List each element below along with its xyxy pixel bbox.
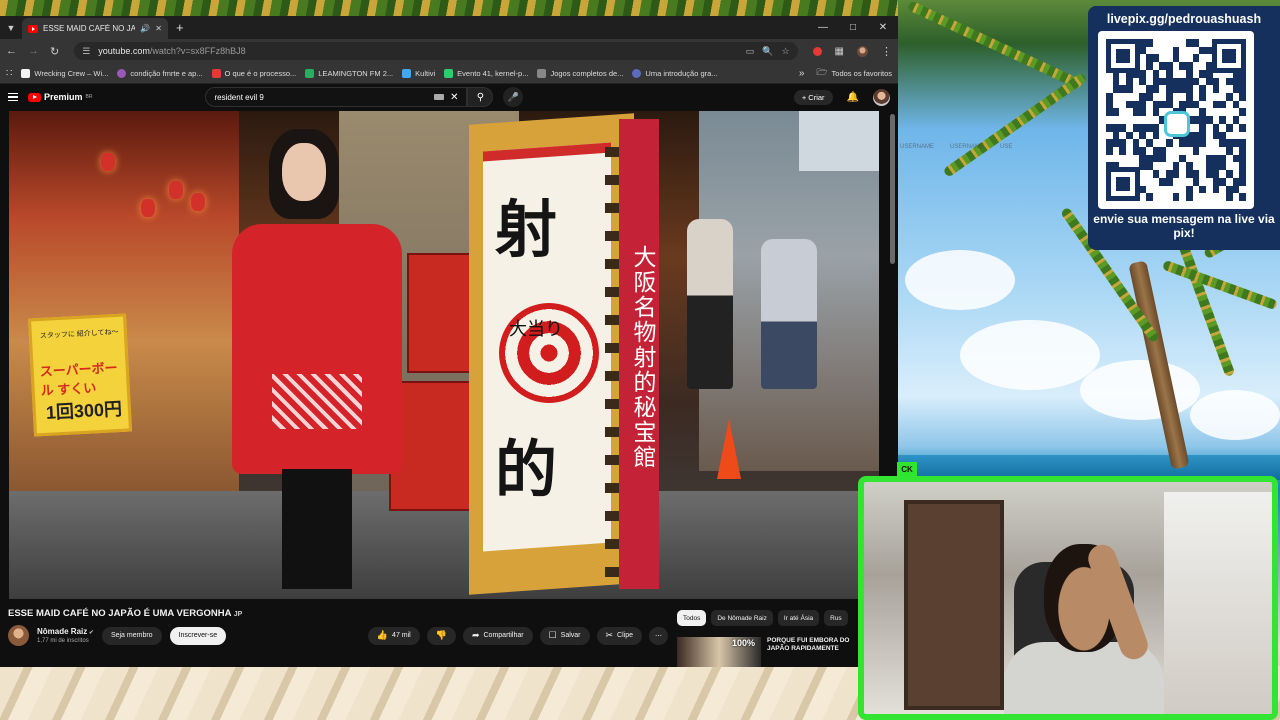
account-avatar[interactable] xyxy=(873,88,890,106)
livepix-url: livepix.gg/pedrouashuash xyxy=(1106,12,1262,26)
tab-title: ESSE MAID CAFÉ NO JAPÃO É UMA VERGONHA xyxy=(43,24,136,33)
more-bookmarks-icon[interactable]: » xyxy=(799,68,805,79)
more-actions-button[interactable]: ⋯ xyxy=(649,626,668,645)
chip-from-channel[interactable]: De Nômade Raiz xyxy=(711,610,773,626)
bookmark-item[interactable]: condição fmrte e ap... xyxy=(117,68,203,78)
join-button[interactable]: Seja membro xyxy=(101,626,162,645)
channel-name[interactable]: Nômade Raiz xyxy=(37,627,94,636)
audio-playing-icon[interactable]: 🔊 xyxy=(140,24,150,33)
save-button[interactable]: ☐ Salvar xyxy=(539,626,590,645)
channel-row: Nômade Raiz 1,77 mi de inscritos Seja me… xyxy=(8,625,668,646)
recommended-video[interactable]: 100% PORQUE FUI EMBORA DO JAPÃO RAPIDAME… xyxy=(677,637,880,667)
qr-code xyxy=(1098,31,1254,209)
subscriber-count: 1,77 mi de inscritos xyxy=(37,638,89,644)
all-favorites-folder[interactable]: 🗁 Todos os favoritos xyxy=(816,65,892,81)
chip-all[interactable]: Todos xyxy=(677,610,707,626)
back-button[interactable]: ← xyxy=(6,45,17,57)
video-player[interactable]: スタッフに 紹介してね〜 スーパーボール すくい 1回300円 射 大当り 的 … xyxy=(9,111,879,599)
livepix-panel: livepix.gg/pedrouashuash envie sua mensa… xyxy=(1088,6,1280,250)
tab-youtube[interactable]: ESSE MAID CAFÉ NO JAPÃO É UMA VERGONHA 🔊… xyxy=(22,18,168,39)
minimize-button[interactable]: — xyxy=(808,16,838,39)
livepix-logo-icon xyxy=(1164,111,1190,137)
recommended-title[interactable]: PORQUE FUI EMBORA DO JAPÃO RAPIDAMENTE xyxy=(767,637,857,667)
recording-extension-icon[interactable] xyxy=(812,46,822,56)
bookmark-icon: ☐ xyxy=(548,630,557,640)
bookmark-star-icon[interactable]: ☆ xyxy=(781,46,789,57)
host-woman xyxy=(224,129,404,599)
chip-asia[interactable]: Ir até Ásia xyxy=(777,610,820,626)
thumbs-up-icon: 👍 xyxy=(376,630,389,640)
youtube-play-icon xyxy=(28,92,41,102)
bookmark-item[interactable]: Evento 41, kernel-p... xyxy=(444,68,528,78)
clip-button[interactable]: ✂ Clipe xyxy=(596,626,642,645)
webcam-feed xyxy=(858,476,1278,720)
menu-kebab-icon[interactable]: ⋮ xyxy=(881,45,892,58)
voice-search-icon[interactable]: 🎤 xyxy=(503,87,524,107)
share-icon: ➦ xyxy=(471,630,480,640)
pix-message: envie sua mensagem na live via pix! xyxy=(1093,212,1275,240)
tab-search-icon[interactable]: ▼ xyxy=(0,16,22,39)
bookmark-item[interactable]: Uma introdução gra... xyxy=(632,68,718,78)
subscribe-button[interactable]: Inscrever-se xyxy=(169,626,227,645)
new-tab-button[interactable]: + xyxy=(176,20,184,35)
clear-search-icon[interactable]: ✕ xyxy=(450,92,458,103)
bookmark-item[interactable]: Jogos completos de... xyxy=(537,68,623,78)
youtube-favicon-icon xyxy=(28,24,38,33)
scissors-icon: ✂ xyxy=(605,630,614,640)
close-tab-icon[interactable]: ✕ xyxy=(155,24,162,33)
window-controls: — □ ✕ xyxy=(808,16,898,39)
youtube-logo[interactable]: Premium BR xyxy=(28,92,92,102)
bookmark-item[interactable]: O que é o processo... xyxy=(211,68,296,78)
shop-price-sign: スタッフに 紹介してね〜 スーパーボール すくい 1回300円 xyxy=(27,313,133,437)
bookmark-item[interactable]: Wrecking Crew – Wi... xyxy=(21,68,108,78)
webcam-tag: CK xyxy=(897,462,917,477)
youtube-page: Premium BR resident evil 9 ✕ ⚲ 🎤 + Criar … xyxy=(0,84,898,667)
close-window-button[interactable]: ✕ xyxy=(868,16,898,39)
recommendation-chips: Todos De Nômade Raiz Ir até Ásia Rus xyxy=(677,610,848,626)
palm-leaves-top xyxy=(0,0,898,16)
chip-russia[interactable]: Rus xyxy=(824,610,848,626)
maximize-button[interactable]: □ xyxy=(838,16,868,39)
notifications-bell-icon[interactable]: 🔔 xyxy=(847,92,859,103)
alert-usernames: USERNAME USERNAME USE xyxy=(900,144,1013,150)
bookmarks-bar: ∷ Wrecking Crew – Wi... condição fmrte e… xyxy=(0,63,898,84)
keyboard-icon[interactable] xyxy=(434,94,445,100)
shooting-gallery-sign: 射 大当り 的 大阪名物射的秘宝館 xyxy=(469,113,711,595)
video-title: ESSE MAID CAFÉ NO JAPÃO É UMA VERGONHA J… xyxy=(8,608,243,619)
extensions-icon[interactable]: ▦ xyxy=(835,46,844,57)
navigation-bar: ← → ↻ ☰ youtube.com/watch?v=sx8FFz8hBJ8 … xyxy=(0,39,898,63)
zoom-icon[interactable]: 🔍 xyxy=(762,46,773,57)
site-info-icon[interactable]: ☰ xyxy=(82,46,90,57)
address-bar[interactable]: ☰ youtube.com/watch?v=sx8FFz8hBJ8 ▭ 🔍 ☆ xyxy=(74,42,798,60)
search-button[interactable]: ⚲ xyxy=(467,87,494,107)
hamburger-menu-icon[interactable] xyxy=(8,92,18,102)
folder-icon: 🗁 xyxy=(816,67,828,77)
youtube-header: Premium BR resident evil 9 ✕ ⚲ 🎤 + Criar … xyxy=(0,84,898,110)
search-input[interactable]: resident evil 9 ✕ xyxy=(205,87,468,107)
channel-avatar[interactable] xyxy=(8,625,29,646)
like-button[interactable]: 👍 47 mil xyxy=(367,626,420,645)
tab-bar: ▼ ESSE MAID CAFÉ NO JAPÃO É UMA VERGONHA… xyxy=(0,16,898,39)
page-scrollbar[interactable] xyxy=(890,114,895,264)
forward-button[interactable]: → xyxy=(28,45,39,57)
profile-avatar[interactable] xyxy=(857,45,868,57)
thumbs-down-icon: 👎 xyxy=(435,630,447,640)
create-button[interactable]: + Criar xyxy=(793,89,833,105)
bookmark-item[interactable]: LEAMINGTON FM 2... xyxy=(305,68,393,78)
share-button[interactable]: ➦ Compartilhar xyxy=(462,626,533,645)
bookmark-item[interactable]: Kultivi xyxy=(402,68,435,78)
cast-icon[interactable]: ▭ xyxy=(746,46,755,57)
reload-button[interactable]: ↻ xyxy=(50,45,59,58)
dislike-button[interactable]: 👎 xyxy=(426,626,456,645)
browser-window: ▼ ESSE MAID CAFÉ NO JAPÃO É UMA VERGONHA… xyxy=(0,16,898,667)
apps-grid-icon[interactable]: ∷ xyxy=(6,68,12,79)
recommended-thumbnail[interactable]: 100% xyxy=(677,637,761,667)
url-text[interactable]: youtube.com/watch?v=sx8FFz8hBJ8 xyxy=(98,46,737,56)
